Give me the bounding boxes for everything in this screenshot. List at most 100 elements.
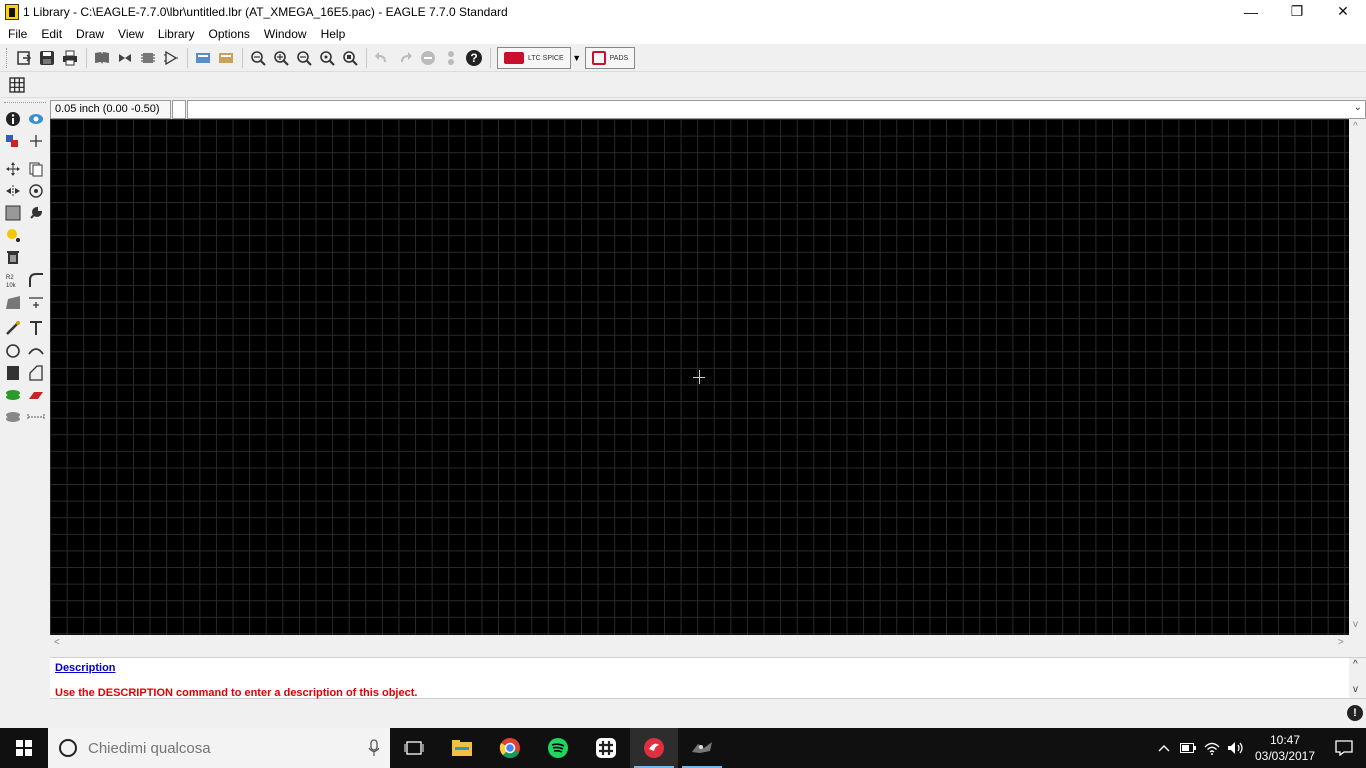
taskbar-search-input[interactable] (86, 738, 346, 758)
pads-logo-icon (591, 51, 606, 65)
toolbar-grip[interactable] (6, 48, 9, 68)
pinswap-icon[interactable] (114, 47, 136, 69)
scroll-up-icon[interactable]: ^ (1353, 121, 1358, 132)
split-icon[interactable] (3, 292, 23, 312)
polygon-icon[interactable] (26, 363, 46, 383)
file-explorer-icon[interactable] (438, 728, 486, 768)
menu-window[interactable]: Window (259, 27, 312, 41)
change-icon[interactable] (26, 203, 46, 223)
stop-icon[interactable]: ! (1347, 705, 1363, 721)
zoom-redraw-icon[interactable] (316, 47, 338, 69)
vertical-scrollbar[interactable]: ^ v (1349, 119, 1366, 635)
display-layers-icon[interactable] (3, 131, 23, 151)
move-icon[interactable] (3, 159, 23, 179)
command-history-dropdown-icon[interactable]: ⌄ (1354, 102, 1362, 113)
menu-library[interactable]: Library (153, 27, 200, 41)
taskbar-clock[interactable]: 10:47 03/03/2017 (1248, 732, 1322, 764)
copy-icon[interactable] (26, 159, 46, 179)
rectangle-icon[interactable] (3, 363, 23, 383)
run-ulp-icon[interactable] (215, 47, 237, 69)
open-library-icon[interactable] (91, 47, 113, 69)
clock-date: 03/03/2017 (1254, 749, 1316, 763)
open-icon[interactable] (13, 47, 35, 69)
scroll-left-icon[interactable]: < (54, 637, 60, 648)
zoom-select-icon[interactable] (339, 47, 361, 69)
menu-options[interactable]: Options (204, 27, 255, 41)
menu-edit[interactable]: Edit (36, 27, 67, 41)
drawing-canvas[interactable] (50, 119, 1349, 635)
delete-icon[interactable] (3, 247, 23, 267)
ltc-spice-button[interactable]: LTC SPICE (497, 47, 571, 69)
pad-icon[interactable] (3, 385, 23, 405)
symbol-icon[interactable] (160, 47, 182, 69)
menu-view[interactable]: View (113, 27, 149, 41)
action-center-icon[interactable] (1322, 728, 1366, 768)
hole-icon[interactable] (3, 407, 23, 427)
taskbar-search-box[interactable] (48, 728, 390, 768)
scroll-down-icon[interactable]: v (1353, 619, 1358, 630)
undo-icon[interactable] (371, 47, 393, 69)
desc-scroll-up-icon[interactable]: ^ (1353, 659, 1358, 670)
maximize-button[interactable]: ❐ (1274, 0, 1320, 23)
miter-icon[interactable] (26, 270, 46, 290)
show-hidden-icons-icon[interactable] (1152, 728, 1176, 768)
eagle-app-icon (5, 3, 19, 20)
circle-icon[interactable] (3, 341, 23, 361)
optimize-icon[interactable] (26, 292, 46, 312)
desc-scroll-down-icon[interactable]: v (1353, 684, 1358, 695)
command-line-input[interactable] (187, 99, 1366, 119)
zoom-fit-icon[interactable] (247, 47, 269, 69)
stop-command-icon[interactable] (417, 47, 439, 69)
menu-file[interactable]: File (3, 27, 32, 41)
arc-icon[interactable] (26, 341, 46, 361)
text-icon[interactable] (26, 318, 46, 338)
wifi-icon[interactable] (1200, 728, 1224, 768)
microphone-icon[interactable] (368, 739, 380, 760)
eagle-taskbar-icon[interactable] (630, 728, 678, 768)
battery-icon[interactable] (1176, 728, 1200, 768)
volume-icon[interactable] (1224, 728, 1248, 768)
horizontal-scrollbar[interactable]: < > (50, 635, 1366, 652)
close-button[interactable]: ✕ (1320, 0, 1366, 23)
script-icon[interactable] (192, 47, 214, 69)
go-icon[interactable] (440, 47, 462, 69)
spotify-icon[interactable] (534, 728, 582, 768)
toolbar-separator (490, 48, 491, 68)
ltc-dropdown-icon[interactable]: ▼ (571, 53, 583, 63)
zoom-in-icon[interactable] (270, 47, 292, 69)
info-icon[interactable] (3, 109, 23, 129)
save-icon[interactable] (36, 47, 58, 69)
package-icon[interactable] (137, 47, 159, 69)
group-icon[interactable] (3, 203, 23, 223)
description-scrollbar[interactable]: ^ v (1349, 658, 1366, 698)
redo-icon[interactable] (394, 47, 416, 69)
chrome-icon[interactable] (486, 728, 534, 768)
smd-icon[interactable] (26, 385, 46, 405)
zoom-out-icon[interactable] (293, 47, 315, 69)
rotate-icon[interactable] (26, 181, 46, 201)
task-view-icon[interactable] (390, 728, 438, 768)
grid-icon[interactable] (6, 74, 28, 96)
status-bar: ! (0, 699, 1366, 728)
pads-button[interactable]: PADS (584, 47, 636, 69)
mirror-icon[interactable] (3, 181, 23, 201)
description-link[interactable]: Description (55, 662, 116, 674)
show-icon[interactable] (26, 109, 46, 129)
palette-grip[interactable] (4, 102, 46, 105)
paste-icon[interactable] (3, 225, 23, 245)
taskbar: 10:47 03/03/2017 (0, 728, 1366, 768)
scroll-right-icon[interactable]: > (1338, 637, 1344, 648)
name-value-icon[interactable]: R2 10k (3, 270, 23, 290)
mark-icon[interactable] (26, 131, 46, 151)
help-icon[interactable]: ? (463, 47, 485, 69)
coordinate-mode-box[interactable] (172, 99, 186, 119)
terminal-app-icon[interactable] (678, 728, 726, 768)
slack-icon[interactable] (582, 728, 630, 768)
minimize-button[interactable]: — (1228, 0, 1274, 23)
menu-draw[interactable]: Draw (71, 27, 109, 41)
menu-help[interactable]: Help (316, 27, 351, 41)
print-icon[interactable] (59, 47, 81, 69)
dimension-icon[interactable] (26, 407, 46, 427)
windows-start-icon[interactable] (0, 728, 48, 768)
wire-icon[interactable] (3, 318, 23, 338)
